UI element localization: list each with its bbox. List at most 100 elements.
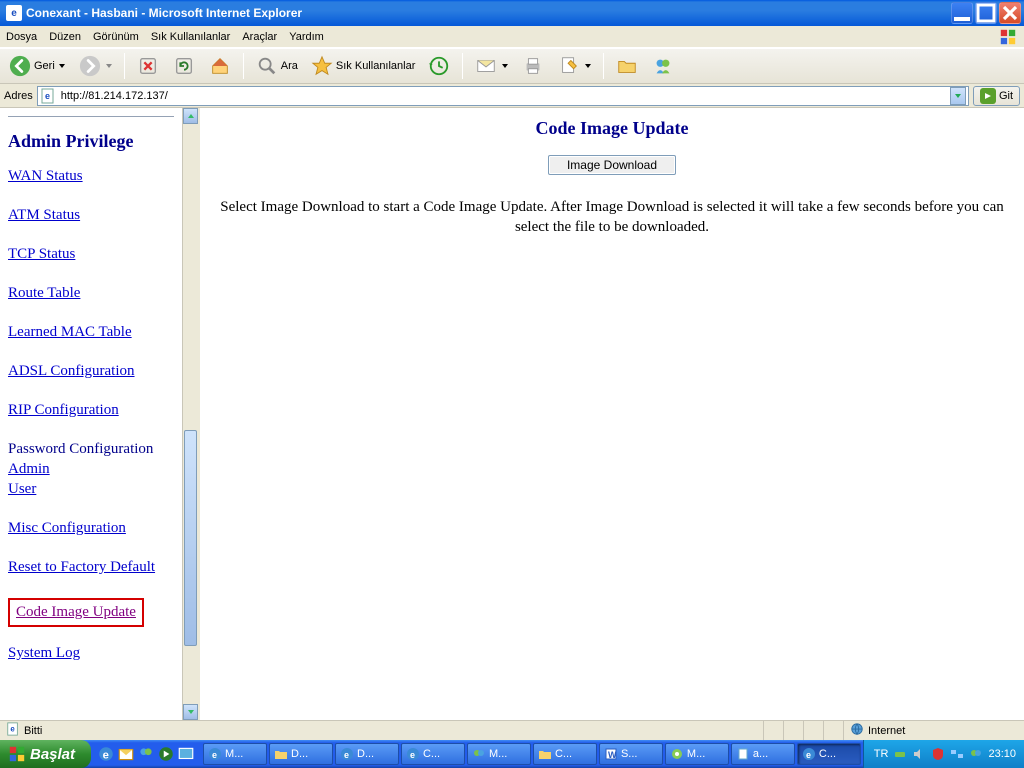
toolbar-separator <box>603 53 604 79</box>
media-quick-icon[interactable] <box>157 745 175 763</box>
nav-route-table[interactable]: Route Table <box>8 285 80 302</box>
toolbar: Geri Ara Sık Kullanılanlar <box>0 48 1024 84</box>
status-zone: Internet <box>844 721 1024 740</box>
back-button[interactable]: Geri <box>4 52 70 80</box>
toolbar-separator <box>462 53 463 79</box>
history-icon <box>427 54 451 78</box>
nav-code-image-update[interactable]: Code Image Update <box>16 604 136 621</box>
history-button[interactable] <box>423 52 455 80</box>
toolbar-separator <box>243 53 244 79</box>
discuss-button[interactable] <box>611 52 643 80</box>
status-cell <box>784 721 804 740</box>
taskbar-task[interactable]: M... <box>665 743 729 765</box>
chevron-down-icon <box>584 62 592 70</box>
address-input[interactable] <box>59 88 948 104</box>
stop-button[interactable] <box>132 52 164 80</box>
folder-icon <box>615 54 639 78</box>
nav-code-image-update-highlight: Code Image Update <box>8 598 144 627</box>
desktop-quick-icon[interactable] <box>177 745 195 763</box>
refresh-button[interactable] <box>168 52 200 80</box>
sidebar-divider <box>8 116 174 117</box>
image-download-button[interactable]: Image Download <box>548 155 676 175</box>
app-icon: e <box>6 5 22 21</box>
stop-icon <box>136 54 160 78</box>
nav-adsl-configuration[interactable]: ADSL Configuration <box>8 363 135 380</box>
window-close-button[interactable] <box>999 2 1021 24</box>
menu-help[interactable]: Yardım <box>289 31 324 43</box>
scrollbar-thumb[interactable] <box>184 430 197 646</box>
forward-button[interactable] <box>74 52 117 80</box>
go-arrow-icon <box>980 88 996 104</box>
taskbar-tasks: eM...D...eD...eC...M...C...WS...M...a...… <box>201 740 863 768</box>
menu-favorites[interactable]: Sık Kullanılanlar <box>151 31 231 43</box>
chevron-down-icon <box>501 62 509 70</box>
favorites-label: Sık Kullanılanlar <box>336 60 416 72</box>
svg-text:e: e <box>212 750 217 760</box>
address-combo[interactable]: e <box>37 86 969 106</box>
search-button[interactable]: Ara <box>251 52 302 80</box>
favorites-button[interactable]: Sık Kullanılanlar <box>306 52 420 80</box>
taskbar-task[interactable]: a... <box>731 743 795 765</box>
windows-flag-icon <box>996 26 1020 48</box>
mail-button[interactable] <box>470 52 513 80</box>
nav-atm-status[interactable]: ATM Status <box>8 207 80 224</box>
nav-wan-status[interactable]: WAN Status <box>8 168 83 185</box>
menu-tools[interactable]: Araçlar <box>242 31 277 43</box>
menu-view[interactable]: Görünüm <box>93 31 139 43</box>
tray-safely-remove-icon[interactable] <box>893 747 907 761</box>
task-label: M... <box>489 748 507 760</box>
scrollbar-down-button[interactable] <box>183 704 198 720</box>
nav-password-admin[interactable]: Admin <box>8 461 50 478</box>
nav-system-log[interactable]: System Log <box>8 645 80 662</box>
page-icon: e <box>40 88 56 104</box>
nav-misc-configuration[interactable]: Misc Configuration <box>8 520 126 537</box>
window-minimize-button[interactable] <box>951 2 973 24</box>
messenger-button[interactable] <box>647 52 679 80</box>
tray-shield-icon[interactable] <box>931 747 945 761</box>
taskbar-task[interactable]: eM... <box>203 743 267 765</box>
tray-volume-icon[interactable] <box>912 747 926 761</box>
task-icon: e <box>208 747 222 761</box>
ie-quick-icon[interactable]: e <box>97 745 115 763</box>
taskbar-task[interactable]: eC... <box>401 743 465 765</box>
nav-tcp-status[interactable]: TCP Status <box>8 246 75 263</box>
tray-network-icon[interactable] <box>950 747 964 761</box>
sidebar-scrollbar[interactable] <box>182 108 198 720</box>
taskbar-task[interactable]: D... <box>269 743 333 765</box>
nav-password-group-label: Password Configuration <box>8 441 174 458</box>
tray-msn-icon[interactable] <box>969 747 983 761</box>
menu-file[interactable]: Dosya <box>6 31 37 43</box>
outlook-quick-icon[interactable] <box>117 745 135 763</box>
status-zone-label: Internet <box>868 725 905 737</box>
taskbar-task[interactable]: eC... <box>797 743 861 765</box>
nav-password-user[interactable]: User <box>8 481 36 498</box>
taskbar-task[interactable]: eD... <box>335 743 399 765</box>
go-button[interactable]: Git <box>973 86 1020 106</box>
scrollbar-up-button[interactable] <box>183 108 198 124</box>
sidebar: Admin Privilege WAN Status ATM Status TC… <box>0 108 182 720</box>
task-label: D... <box>291 748 308 760</box>
taskbar-task[interactable]: M... <box>467 743 531 765</box>
svg-text:e: e <box>410 750 415 760</box>
window-maximize-button[interactable] <box>975 2 997 24</box>
tray-lang[interactable]: TR <box>874 748 889 760</box>
msn-quick-icon[interactable] <box>137 745 155 763</box>
button-row: Image Download <box>206 155 1018 175</box>
svg-text:e: e <box>344 750 349 760</box>
taskbar-task[interactable]: C... <box>533 743 597 765</box>
quick-launch: e <box>91 740 201 768</box>
taskbar-task[interactable]: WS... <box>599 743 663 765</box>
edit-button[interactable] <box>553 52 596 80</box>
home-button[interactable] <box>204 52 236 80</box>
address-dropdown-button[interactable] <box>950 87 966 105</box>
nav-reset-factory-default[interactable]: Reset to Factory Default <box>8 559 155 576</box>
messenger-icon <box>651 54 675 78</box>
refresh-icon <box>172 54 196 78</box>
print-icon <box>521 54 545 78</box>
tray-clock[interactable]: 23:10 <box>988 748 1016 760</box>
menu-edit[interactable]: Düzen <box>49 31 81 43</box>
nav-rip-configuration[interactable]: RIP Configuration <box>8 402 119 419</box>
print-button[interactable] <box>517 52 549 80</box>
nav-learned-mac-table[interactable]: Learned MAC Table <box>8 324 132 341</box>
start-button[interactable]: Başlat <box>0 740 91 768</box>
